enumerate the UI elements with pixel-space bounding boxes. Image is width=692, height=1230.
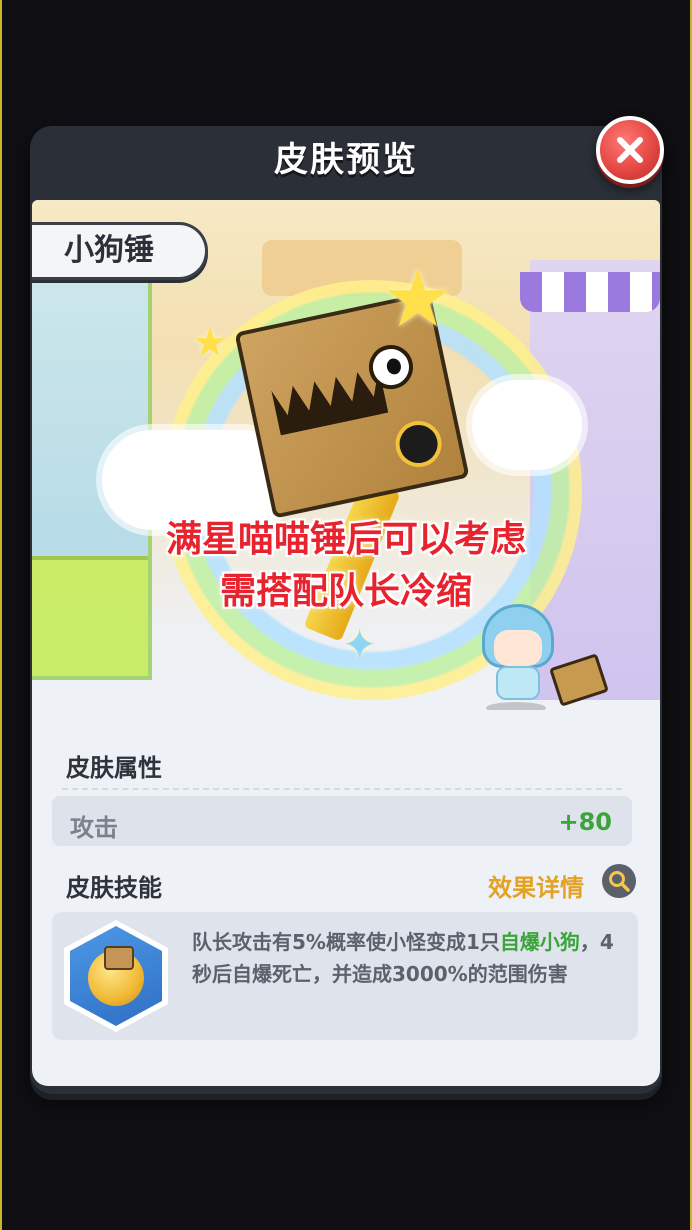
hammer-eye: [364, 340, 418, 394]
close-icon: [617, 137, 643, 163]
attribute-value: +80: [558, 808, 612, 836]
magnifier-icon: [609, 871, 630, 892]
attribute-label: 攻击: [70, 814, 118, 842]
skill-card: 队长攻击有5%概率使小怪变成1只自爆小狗，4秒后自爆死亡，并造成3000%的范围…: [52, 912, 638, 1040]
skin-skill-title: 皮肤技能: [66, 874, 162, 902]
awning: [520, 272, 660, 312]
overlay-caption-line2: 需搭配队长冷缩: [219, 571, 472, 612]
skin-name-tag: 小狗锤: [32, 222, 208, 280]
skill-icon: [64, 920, 168, 1032]
effect-details-button[interactable]: [602, 864, 636, 898]
skill-description-highlight: 自爆小狗: [499, 930, 580, 954]
hammer-emblem: [391, 416, 446, 472]
close-button[interactable]: [596, 116, 664, 184]
skin-preview-scene: ★ ★ ✦ 小狗锤 满星喵喵锤后可以考虑 需搭配队长冷缩: [32, 200, 660, 710]
skill-description-part1: 队长攻击有5%概率使小怪变成1只: [192, 930, 500, 954]
attribute-row: 攻击 +80: [52, 796, 632, 846]
character-chibi: [478, 604, 558, 710]
star-icon: ★: [192, 320, 228, 366]
cloud-right: [472, 380, 582, 470]
effect-details-link[interactable]: 效果详情: [488, 868, 584, 903]
dialog-content: ★ ★ ✦ 小狗锤 满星喵喵锤后可以考虑 需搭配队长冷缩 皮肤属性 攻击 +80…: [32, 200, 660, 1086]
overlay-caption-line1: 满星喵喵锤后可以考虑: [165, 519, 526, 560]
skin-attributes-title: 皮肤属性: [66, 754, 162, 782]
star-icon: ★: [382, 252, 454, 345]
dialog-title: 皮肤预览: [274, 140, 418, 180]
star-icon: ✦: [342, 620, 378, 669]
divider: [62, 788, 622, 790]
skill-description: 队长攻击有5%概率使小怪变成1只自爆小狗，4秒后自爆死亡，并造成3000%的范围…: [192, 926, 632, 990]
